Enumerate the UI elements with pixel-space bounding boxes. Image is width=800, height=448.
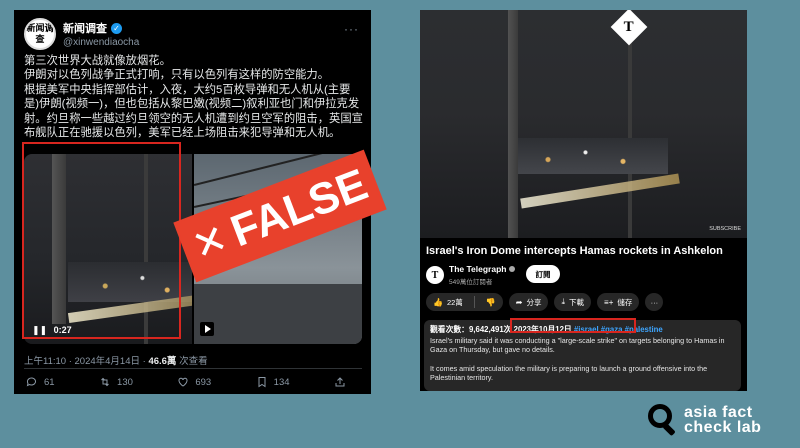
avatar-label: 新闻调查 bbox=[26, 23, 54, 44]
verified-icon bbox=[509, 266, 516, 272]
bookmark-count: 134 bbox=[273, 376, 290, 388]
subscribe-button[interactable]: 訂閱 bbox=[526, 265, 560, 283]
highlight-box-date bbox=[510, 318, 636, 333]
channel-info[interactable]: T The Telegraph 549萬位訂閱者 bbox=[426, 264, 516, 286]
description-paragraph-1: Israel's military said it was conducting… bbox=[430, 336, 725, 355]
youtube-video-player[interactable]: T SUBSCRIBE bbox=[420, 10, 747, 238]
telegraph-logo-icon: T bbox=[610, 10, 648, 46]
tweet-timestamp[interactable]: 上午11:10 · 2024年4月14日 · bbox=[24, 356, 148, 367]
download-button[interactable]: ⤓ 下載 bbox=[554, 293, 592, 311]
subscriber-count: 549萬位訂閱者 bbox=[449, 279, 493, 286]
download-label: 下載 bbox=[569, 297, 585, 307]
like-button[interactable]: 👍 22萬 bbox=[426, 293, 470, 311]
retweet-icon bbox=[101, 377, 109, 387]
author-handle[interactable]: @xinwendiaocha bbox=[63, 37, 139, 48]
more-actions-button[interactable]: ··· bbox=[645, 293, 664, 311]
share-button[interactable] bbox=[334, 376, 346, 388]
description-paragraph-2: It comes amid speculation the military i… bbox=[430, 363, 708, 383]
youtube-card: T SUBSCRIBE Israel's Iron Dome intercept… bbox=[420, 10, 747, 391]
channel-name[interactable]: The Telegraph bbox=[449, 264, 506, 274]
share-icon bbox=[335, 377, 345, 387]
tweet-text: 第三次世界大战就像放烟花。 伊朗对以色列战争正式打响，只有以色列有这样的防空能力… bbox=[24, 55, 363, 140]
share-button[interactable]: ➦ 分享 bbox=[508, 293, 549, 311]
tweet-header: 新闻调查 新闻调查 ✓ @xinwendiaocha bbox=[24, 18, 139, 50]
like-icon bbox=[178, 377, 188, 387]
retweet-count: 130 bbox=[117, 376, 133, 388]
retweet-button[interactable]: 130 bbox=[99, 376, 133, 388]
video-actions: 👍 22萬 👎 ➦ 分享 ⤓ 下載 ≡+ 儲存 ··· bbox=[426, 293, 664, 311]
like-count: 22萬 bbox=[446, 297, 463, 307]
download-icon: ⤓ bbox=[561, 297, 566, 306]
author-name[interactable]: 新闻调查 bbox=[63, 20, 107, 36]
tweet-meta: 上午11:10 · 2024年4月14日 · 46.6萬 次查看 bbox=[24, 353, 208, 367]
share-label: 分享 bbox=[526, 297, 542, 307]
like-button[interactable]: 693 bbox=[177, 376, 211, 388]
view-count: 46.6萬 bbox=[148, 356, 177, 367]
tweet-author: 新闻调查 ✓ @xinwendiaocha bbox=[63, 20, 139, 48]
bookmark-icon bbox=[258, 377, 266, 388]
thumbs-up-icon: 👍 bbox=[433, 297, 443, 307]
save-icon: ≡+ bbox=[604, 297, 614, 307]
more-icon: ··· bbox=[650, 297, 659, 307]
avatar[interactable]: 新闻调查 bbox=[24, 18, 56, 50]
bookmark-button[interactable]: 134 bbox=[256, 376, 290, 388]
save-label: 儲存 bbox=[617, 297, 633, 307]
divider bbox=[24, 368, 362, 369]
reply-button[interactable]: 61 bbox=[26, 376, 55, 388]
channel-avatar[interactable]: T bbox=[426, 266, 444, 284]
brand-line-1: asia fact bbox=[684, 404, 753, 421]
more-options-icon[interactable]: ··· bbox=[344, 22, 359, 36]
view-count: 觀看次數：9,642,491次 bbox=[430, 325, 512, 334]
play-icon[interactable] bbox=[200, 322, 214, 336]
cross-icon: ✕ bbox=[186, 216, 234, 270]
tweet-actions: 61 130 693 134 bbox=[26, 376, 346, 388]
view-label: 次查看 bbox=[176, 356, 208, 367]
subscribe-overlay[interactable]: SUBSCRIBE bbox=[709, 226, 741, 232]
like-dislike-group: 👍 22萬 👎 bbox=[426, 293, 503, 311]
share-arrow-icon: ➦ bbox=[515, 297, 523, 307]
thumbs-down-icon: 👎 bbox=[485, 297, 496, 307]
dislike-button[interactable]: 👎 bbox=[479, 293, 503, 311]
brand-line-2: check lab bbox=[684, 419, 762, 436]
video-title: Israel's Iron Dome intercepts Hamas rock… bbox=[426, 245, 723, 257]
reply-icon bbox=[26, 377, 36, 387]
verified-icon: ✓ bbox=[111, 22, 122, 34]
like-count: 693 bbox=[195, 376, 212, 388]
magnifier-icon bbox=[648, 404, 678, 437]
asia-fact-check-lab-logo: asia fact check lab bbox=[648, 404, 762, 437]
save-button[interactable]: ≡+ 儲存 bbox=[597, 293, 640, 311]
reply-count: 61 bbox=[44, 376, 55, 388]
highlight-box-video bbox=[22, 142, 181, 339]
